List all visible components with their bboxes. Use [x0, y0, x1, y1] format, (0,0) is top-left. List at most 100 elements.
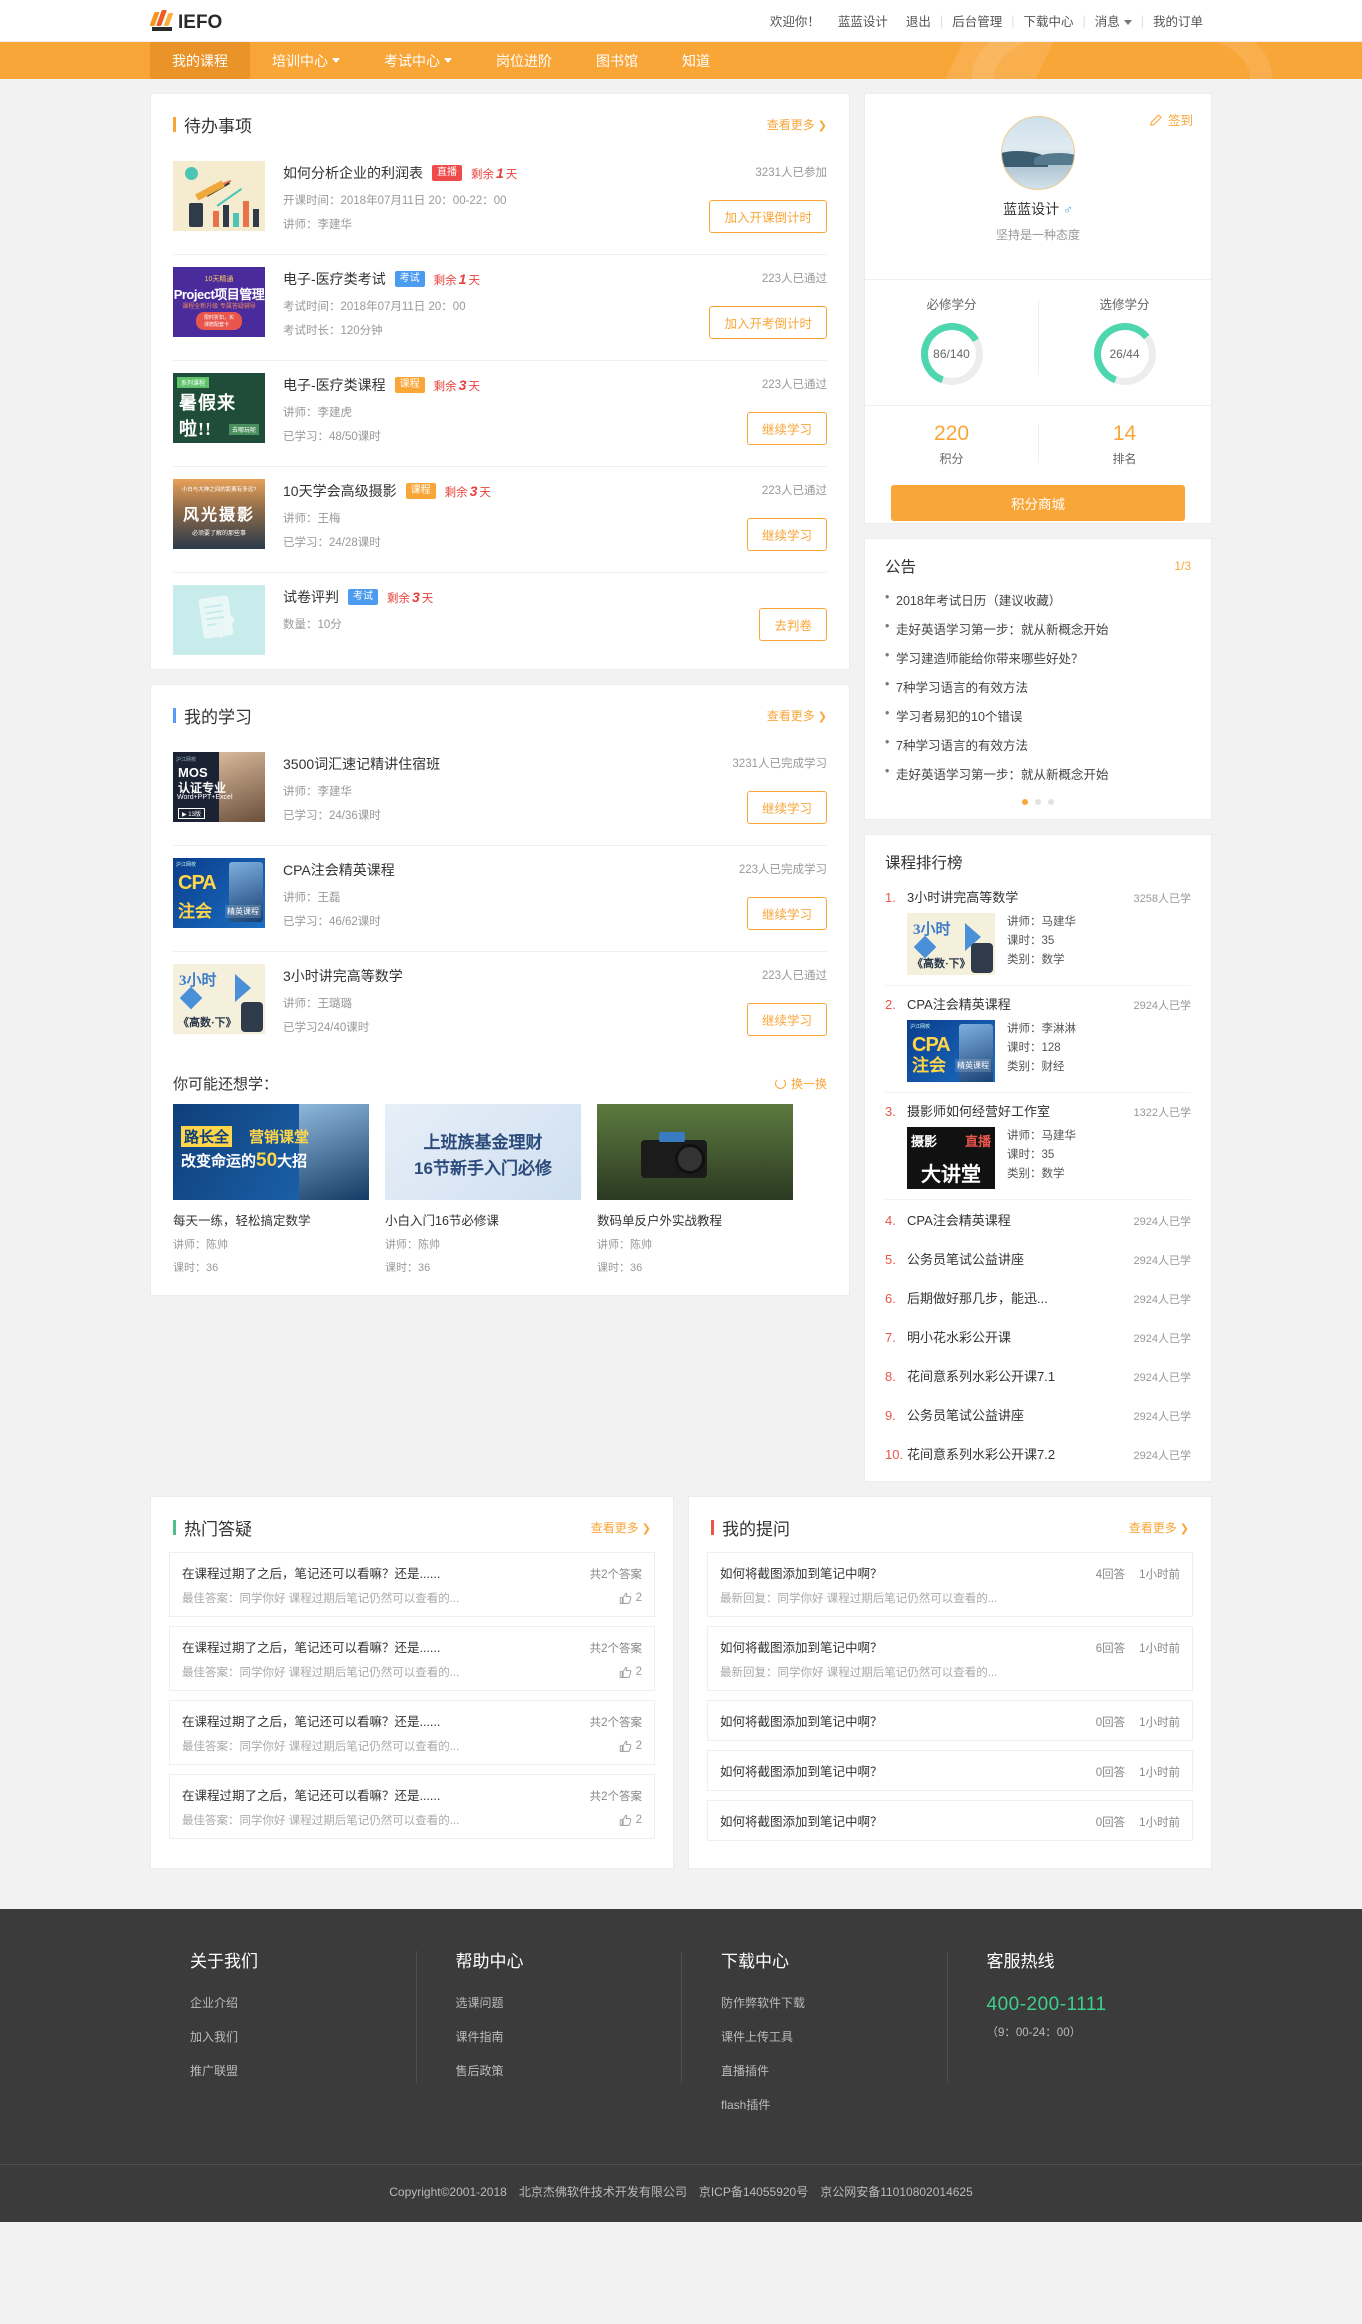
ranking-item-name[interactable]: 后期做好那几步，能迅... — [907, 1288, 1128, 1307]
hot-qa-more-link[interactable]: 查看更多❯ — [591, 1519, 651, 1536]
footer-link[interactable]: 防作弊软件下载 — [721, 1994, 947, 2011]
ranking-item-name[interactable]: 3小时讲完高等数学 — [907, 887, 1128, 906]
learning-item[interactable]: 3小时《高数·下》3小时讲完高等数学讲师：王璐璐已学习24/40课时223人已通… — [173, 952, 827, 1057]
hot-qa-question[interactable]: 在课程过期了之后，笔记还可以看嘛？还是...... — [182, 1637, 580, 1656]
course-thumbnail[interactable]: 小白与大神之间的距离有多远?风光摄影必须要了解的那些事 — [173, 479, 265, 549]
my-qa-item[interactable]: 如何将截图添加到笔记中啊？4回答1小时前最新回复：同学你好 课程过期后笔记仍然可… — [707, 1552, 1193, 1617]
notice-item[interactable]: 学习建造师能给你带来哪些好处？ — [885, 643, 1191, 672]
course-thumbnail[interactable]: 10天精通Project项目管理课程全新升级 专属答疑辅导限时折扣，买课赠配套卡 — [173, 267, 265, 337]
notice-dot[interactable] — [1035, 799, 1041, 805]
recommend-item[interactable]: 数码单反户外实战教程讲师：陈帅课时：36 — [597, 1104, 793, 1275]
ranking-item-name[interactable]: CPA注会精英课程 — [907, 1210, 1128, 1229]
notice-item[interactable]: 走好英语学习第一步：就从新概念开始 — [885, 759, 1191, 788]
recommend-item[interactable]: 路长全营销课堂改变命运的50大招每天一练，轻松搞定数学讲师：陈帅课时：36 — [173, 1104, 369, 1275]
todo-item-action-button[interactable]: 加入开课倒计时 — [709, 200, 827, 233]
hot-qa-item[interactable]: 在课程过期了之后，笔记还可以看嘛？还是......共2个答案最佳答案：同学你好 … — [169, 1774, 655, 1839]
ranking-item[interactable]: 6.后期做好那几步，能迅...2924人已学 — [885, 1278, 1191, 1317]
todo-item-title[interactable]: 10天学会高级摄影 — [283, 481, 397, 501]
my-qa-item[interactable]: 如何将截图添加到笔记中啊？0回答1小时前 — [707, 1750, 1193, 1791]
hot-qa-item[interactable]: 在课程过期了之后，笔记还可以看嘛？还是......共2个答案最佳答案：同学你好 … — [169, 1700, 655, 1765]
todo-item-title[interactable]: 电子-医疗类考试 — [283, 269, 386, 289]
my-qa-question[interactable]: 如何将截图添加到笔记中啊？ — [720, 1761, 1086, 1780]
main-nav-item-3[interactable]: 考试中心 — [362, 42, 474, 79]
hot-qa-question[interactable]: 在课程过期了之后，笔记还可以看嘛？还是...... — [182, 1785, 580, 1804]
footer-link[interactable]: 推广联盟 — [190, 2062, 416, 2079]
footer-link[interactable]: 课件上传工具 — [721, 2028, 947, 2045]
ranking-item[interactable]: 9.公务员笔试公益讲座2924人已学 — [885, 1395, 1191, 1434]
recommend-refresh-button[interactable]: 换一换 — [775, 1075, 827, 1092]
learning-item-action-button[interactable]: 继续学习 — [747, 1003, 827, 1036]
course-thumbnail[interactable]: 沪江网校CPA注会精英课程 — [907, 1020, 995, 1082]
notice-item[interactable]: 走好英语学习第一步：就从新概念开始 — [885, 614, 1191, 643]
my-qa-question[interactable]: 如何将截图添加到笔记中啊？ — [720, 1711, 1086, 1730]
my-qa-question[interactable]: 如何将截图添加到笔记中啊？ — [720, 1637, 1086, 1656]
course-thumbnail[interactable] — [597, 1104, 793, 1200]
ranking-item-name[interactable]: 明小花水彩公开课 — [907, 1327, 1128, 1346]
main-nav-item-6[interactable]: 知道 — [660, 42, 732, 79]
ranking-item[interactable]: 7.明小花水彩公开课2924人已学 — [885, 1317, 1191, 1356]
ranking-item-name[interactable]: 摄影师如何经营好工作室 — [907, 1101, 1128, 1120]
todo-item[interactable]: 小白与大神之间的距离有多远?风光摄影必须要了解的那些事10天学会高级摄影课程剩余… — [173, 467, 827, 573]
todo-item-action-button[interactable]: 去判卷 — [759, 608, 827, 641]
recommend-item-title[interactable]: 小白入门16节必修课 — [385, 1210, 581, 1229]
course-thumbnail[interactable]: 上班族基金理财16节新手入门必修 — [385, 1104, 581, 1200]
ranking-item-name[interactable]: 花间意系列水彩公开课7.2 — [907, 1444, 1128, 1463]
learning-item[interactable]: 沪江网校MOS认证专业Word+PPT+Excel▶ 13版3500词汇速记精讲… — [173, 740, 827, 846]
hot-qa-question[interactable]: 在课程过期了之后，笔记还可以看嘛？还是...... — [182, 1563, 580, 1582]
footer-link[interactable]: 加入我们 — [190, 2028, 416, 2045]
hot-qa-question[interactable]: 在课程过期了之后，笔记还可以看嘛？还是...... — [182, 1711, 580, 1730]
top-nav-download[interactable]: 下载中心 — [1014, 11, 1082, 30]
todo-more-link[interactable]: 查看更多❯ — [767, 116, 827, 133]
notice-dot[interactable] — [1048, 799, 1054, 805]
recommend-item[interactable]: 上班族基金理财16节新手入门必修小白入门16节必修课讲师：陈帅课时：36 — [385, 1104, 581, 1275]
hot-qa-like[interactable]: 2 — [609, 1592, 642, 1605]
footer-link[interactable]: 直播插件 — [721, 2062, 947, 2079]
top-nav-orders[interactable]: 我的订单 — [1144, 11, 1212, 30]
ranking-item-name[interactable]: 公务员笔试公益讲座 — [907, 1405, 1128, 1424]
ranking-item[interactable]: 8.花间意系列水彩公开课7.12924人已学 — [885, 1356, 1191, 1395]
hot-qa-like[interactable]: 2 — [609, 1740, 642, 1753]
learning-item-title[interactable]: 3小时讲完高等数学 — [283, 966, 403, 986]
ranking-item-name[interactable]: 公务员笔试公益讲座 — [907, 1249, 1128, 1268]
learning-more-link[interactable]: 查看更多❯ — [767, 707, 827, 724]
main-nav-item-4[interactable]: 岗位进阶 — [474, 42, 574, 79]
course-thumbnail[interactable]: 沪江网校CPA注会精英课程 — [173, 858, 265, 928]
course-thumbnail[interactable] — [173, 161, 265, 231]
main-nav-item-2[interactable]: 培训中心 — [250, 42, 362, 79]
site-logo[interactable]: IEFO — [0, 10, 222, 32]
ranking-item[interactable]: 5.公务员笔试公益讲座2924人已学 — [885, 1239, 1191, 1278]
ranking-item-name[interactable]: CPA注会精英课程 — [907, 994, 1128, 1013]
ranking-item[interactable]: 1.3小时讲完高等数学3258人已学3小时《高数·下》讲师：马建华课时：35类别… — [885, 879, 1191, 986]
todo-item-action-button[interactable]: 继续学习 — [747, 518, 827, 551]
ranking-item[interactable]: 2.CPA注会精英课程2924人已学沪江网校CPA注会精英课程讲师：李淋淋课时：… — [885, 986, 1191, 1093]
course-thumbnail[interactable]: 路长全营销课堂改变命运的50大招 — [173, 1104, 369, 1200]
todo-item-title[interactable]: 试卷评判 — [283, 587, 339, 607]
footer-link[interactable]: flash插件 — [721, 2096, 947, 2113]
footer-link[interactable]: 企业介绍 — [190, 1994, 416, 2011]
top-nav-admin[interactable]: 后台管理 — [943, 11, 1011, 30]
my-qa-item[interactable]: 如何将截图添加到笔记中啊？6回答1小时前最新回复：同学你好 课程过期后笔记仍然可… — [707, 1626, 1193, 1691]
hot-qa-item[interactable]: 在课程过期了之后，笔记还可以看嘛？还是......共2个答案最佳答案：同学你好 … — [169, 1552, 655, 1617]
my-qa-item[interactable]: 如何将截图添加到笔记中啊？0回答1小时前 — [707, 1700, 1193, 1741]
hot-qa-item[interactable]: 在课程过期了之后，笔记还可以看嘛？还是......共2个答案最佳答案：同学你好 … — [169, 1626, 655, 1691]
top-nav-logout[interactable]: 退出 — [897, 11, 940, 30]
notice-item[interactable]: 2018年考试日历（建议收藏） — [885, 585, 1191, 614]
footer-link[interactable]: 售后政策 — [456, 2062, 682, 2079]
notice-item[interactable]: 7种学习语言的有效方法 — [885, 672, 1191, 701]
todo-item[interactable]: 10天精通Project项目管理课程全新升级 专属答疑辅导限时折扣，买课赠配套卡… — [173, 255, 827, 361]
recommend-item-title[interactable]: 数码单反户外实战教程 — [597, 1210, 793, 1229]
todo-item-title[interactable]: 电子-医疗类课程 — [283, 375, 386, 395]
hot-qa-like[interactable]: 2 — [609, 1814, 642, 1827]
course-thumbnail[interactable] — [173, 585, 265, 655]
top-nav-user[interactable]: 蓝蓝设计 — [829, 11, 897, 30]
ranking-item[interactable]: 3.摄影师如何经营好工作室1322人已学摄影直播大讲堂讲师：马建华课时：35类别… — [885, 1093, 1191, 1200]
course-thumbnail[interactable]: 沪江网校MOS认证专业Word+PPT+Excel▶ 13版 — [173, 752, 265, 822]
my-qa-question[interactable]: 如何将截图添加到笔记中啊？ — [720, 1563, 1086, 1582]
todo-item-action-button[interactable]: 加入开考倒计时 — [709, 306, 827, 339]
points-mall-button[interactable]: 积分商城 — [891, 485, 1185, 521]
course-thumbnail[interactable]: 3小时《高数·下》 — [173, 964, 265, 1034]
notice-dot[interactable] — [1022, 799, 1028, 805]
todo-item[interactable]: 如何分析企业的利润表直播剩余1天开课时间：2018年07月11日 20：00-2… — [173, 149, 827, 255]
todo-item[interactable]: 系列课程暑假来啦!!去哪玩呢电子-医疗类课程课程剩余3天讲师：李建虎已学习：48… — [173, 361, 827, 467]
my-qa-item[interactable]: 如何将截图添加到笔记中啊？0回答1小时前 — [707, 1800, 1193, 1841]
